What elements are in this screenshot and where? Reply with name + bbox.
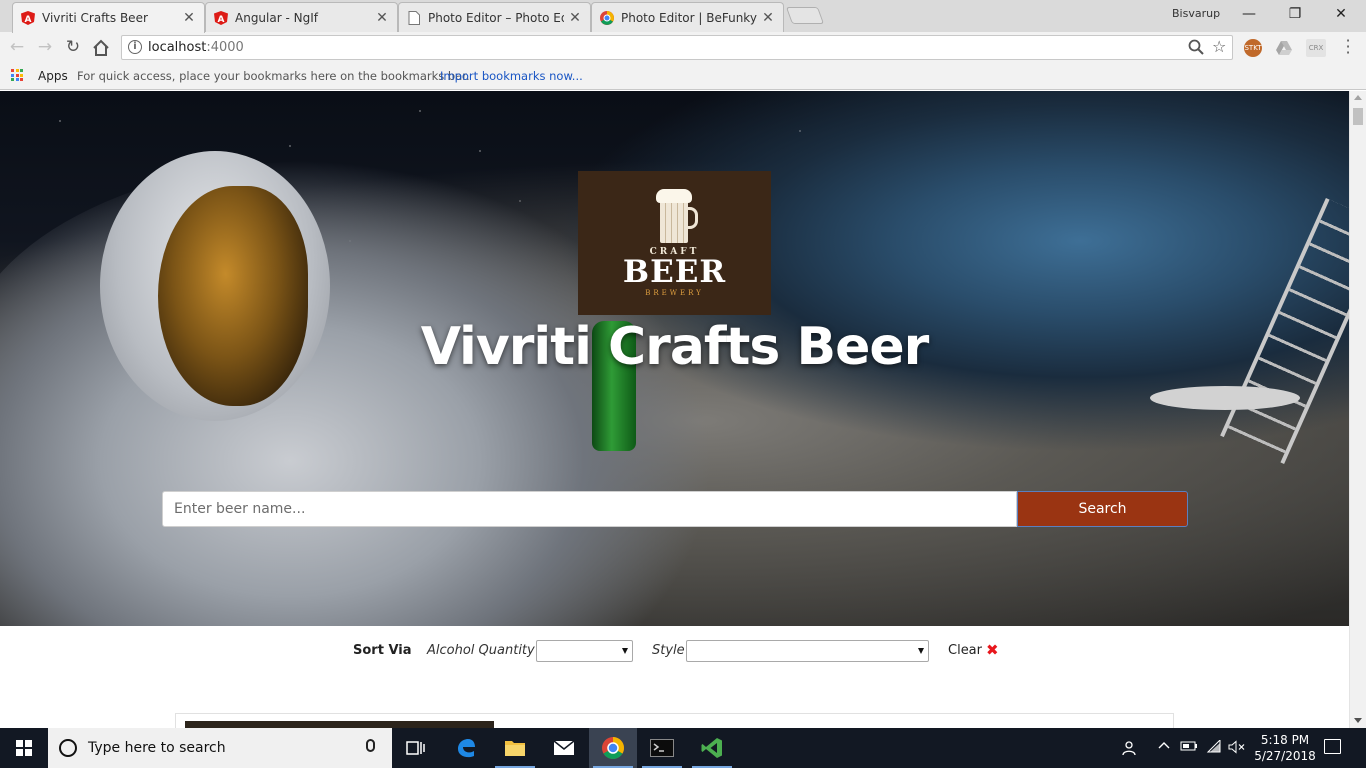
clear-label: Clear bbox=[948, 643, 982, 658]
style-select[interactable] bbox=[686, 640, 929, 662]
wifi-icon[interactable] bbox=[1206, 738, 1222, 757]
clear-x-icon: ✖ bbox=[986, 641, 999, 659]
apps-grid-icon[interactable] bbox=[11, 69, 23, 81]
tab-title: Photo Editor – Photo Edit bbox=[428, 10, 564, 25]
taskbar-search-box[interactable]: Type here to search bbox=[48, 728, 392, 768]
style-label: Style bbox=[652, 643, 685, 658]
forward-arrow-icon[interactable]: → bbox=[34, 37, 56, 59]
new-tab-button[interactable] bbox=[785, 7, 825, 24]
extension-crx-icon[interactable]: CRX bbox=[1306, 39, 1326, 57]
tab-befunky[interactable]: Photo Editor | BeFunky: F ✕ bbox=[591, 2, 784, 32]
clock-time: 5:18 PM bbox=[1260, 733, 1310, 747]
chevron-down-icon bbox=[622, 648, 628, 654]
chevron-down-icon bbox=[918, 648, 924, 654]
info-icon[interactable]: i bbox=[128, 40, 142, 54]
zoom-icon[interactable] bbox=[1188, 39, 1204, 55]
microphone-icon[interactable] bbox=[366, 739, 375, 752]
extension-stkt-icon[interactable]: STKT bbox=[1244, 39, 1262, 57]
edge-icon[interactable] bbox=[442, 728, 490, 768]
scroll-up-icon[interactable] bbox=[1354, 95, 1362, 100]
address-bar[interactable]: i localhost:4000 ☆ bbox=[121, 35, 1233, 60]
import-bookmarks-link[interactable]: Import bookmarks now... bbox=[440, 69, 583, 83]
drive-icon[interactable] bbox=[1275, 39, 1293, 57]
taskbar-search-placeholder: Type here to search bbox=[88, 740, 226, 756]
home-icon[interactable] bbox=[90, 37, 112, 59]
lander-footpad-image bbox=[1150, 386, 1300, 410]
start-button[interactable] bbox=[0, 728, 48, 768]
vscode-icon[interactable] bbox=[688, 728, 736, 768]
back-arrow-icon[interactable]: ← bbox=[6, 37, 28, 59]
tab-title: Photo Editor | BeFunky: F bbox=[621, 10, 757, 25]
people-icon[interactable] bbox=[1121, 740, 1137, 759]
beer-card[interactable] bbox=[175, 713, 1174, 728]
terminal-icon[interactable] bbox=[638, 728, 686, 768]
scroll-down-icon[interactable] bbox=[1354, 718, 1362, 723]
beer-search-input[interactable] bbox=[162, 491, 1017, 527]
action-center-icon[interactable] bbox=[1324, 739, 1341, 754]
file-explorer-icon[interactable] bbox=[491, 728, 539, 768]
page-viewport: CRAFT BEER BREWERY Vivriti Crafts Beer S… bbox=[0, 91, 1349, 728]
logo-beer-text: BEER bbox=[622, 254, 727, 290]
beer-card-image bbox=[185, 721, 494, 728]
hero-banner: CRAFT BEER BREWERY Vivriti Crafts Beer S… bbox=[0, 91, 1349, 626]
page-icon bbox=[407, 10, 421, 25]
chrome-icon bbox=[600, 10, 614, 25]
menu-icon[interactable]: · · · bbox=[1343, 33, 1353, 61]
system-clock[interactable]: 5:18 PM 5/27/2018 bbox=[1253, 732, 1317, 764]
task-view-icon[interactable] bbox=[392, 728, 440, 768]
svg-text:A: A bbox=[218, 15, 225, 25]
chrome-taskbar-icon[interactable] bbox=[589, 728, 637, 768]
battery-icon[interactable] bbox=[1180, 740, 1198, 755]
tab-photo-editor[interactable]: Photo Editor – Photo Edit ✕ bbox=[398, 2, 591, 32]
logo-brewery-text: BREWERY bbox=[645, 289, 704, 297]
alcohol-quantity-select[interactable] bbox=[536, 640, 633, 662]
sort-bar: Sort Via Alcohol Quantity Style Clear ✖ bbox=[0, 626, 1349, 686]
clear-button[interactable]: Clear ✖ bbox=[948, 641, 999, 659]
close-tab-icon[interactable]: ✕ bbox=[568, 10, 582, 26]
minimize-button[interactable]: — bbox=[1226, 3, 1272, 27]
mail-icon[interactable] bbox=[540, 728, 588, 768]
volume-muted-icon[interactable] bbox=[1228, 740, 1246, 757]
tab-strip: A Vivriti Crafts Beer ✕ A Angular - NgIf… bbox=[0, 0, 1366, 33]
angular-icon: A bbox=[21, 11, 35, 25]
craft-beer-logo: CRAFT BEER BREWERY bbox=[578, 171, 771, 315]
close-tab-icon[interactable]: ✕ bbox=[761, 10, 775, 26]
alcohol-quantity-label: Alcohol Quantity bbox=[427, 643, 535, 658]
svg-text:A: A bbox=[25, 15, 32, 25]
sort-via-label: Sort Via bbox=[353, 643, 412, 658]
tab-angular-ngif[interactable]: A Angular - NgIf ✕ bbox=[205, 2, 398, 32]
close-tab-icon[interactable]: ✕ bbox=[182, 10, 196, 26]
page-scrollbar[interactable] bbox=[1349, 91, 1366, 728]
reload-icon[interactable]: ↻ bbox=[62, 37, 84, 59]
close-window-button[interactable]: ✕ bbox=[1318, 3, 1364, 27]
angular-icon: A bbox=[214, 10, 228, 25]
tab-title: Angular - NgIf bbox=[235, 10, 318, 25]
search-button[interactable]: Search bbox=[1017, 491, 1188, 527]
chevron-up-icon[interactable] bbox=[1158, 740, 1170, 755]
windows-taskbar: Type here to search 5:18 PM 5/27/2018 bbox=[0, 728, 1366, 768]
profile-name[interactable]: Bisvarup bbox=[1172, 7, 1220, 20]
scroll-thumb[interactable] bbox=[1353, 108, 1363, 125]
bookmarks-bar: Apps For quick access, place your bookma… bbox=[0, 63, 1366, 90]
bookmarks-hint: For quick access, place your bookmarks h… bbox=[77, 69, 470, 83]
cortana-icon bbox=[59, 739, 77, 757]
bookmark-star-icon[interactable]: ☆ bbox=[1212, 37, 1226, 56]
close-tab-icon[interactable]: ✕ bbox=[375, 10, 389, 26]
tab-title: Vivriti Crafts Beer bbox=[42, 11, 148, 25]
tab-vivriti-crafts-beer[interactable]: A Vivriti Crafts Beer ✕ bbox=[12, 2, 205, 33]
clock-date: 5/27/2018 bbox=[1254, 749, 1316, 763]
windows-logo-icon bbox=[16, 740, 32, 756]
beer-mug-icon bbox=[652, 189, 698, 245]
restore-button[interactable]: ❐ bbox=[1272, 3, 1318, 27]
apps-link[interactable]: Apps bbox=[38, 69, 68, 83]
url-text[interactable]: localhost:4000 bbox=[148, 40, 244, 55]
page-title: Vivriti Crafts Beer bbox=[420, 317, 930, 377]
